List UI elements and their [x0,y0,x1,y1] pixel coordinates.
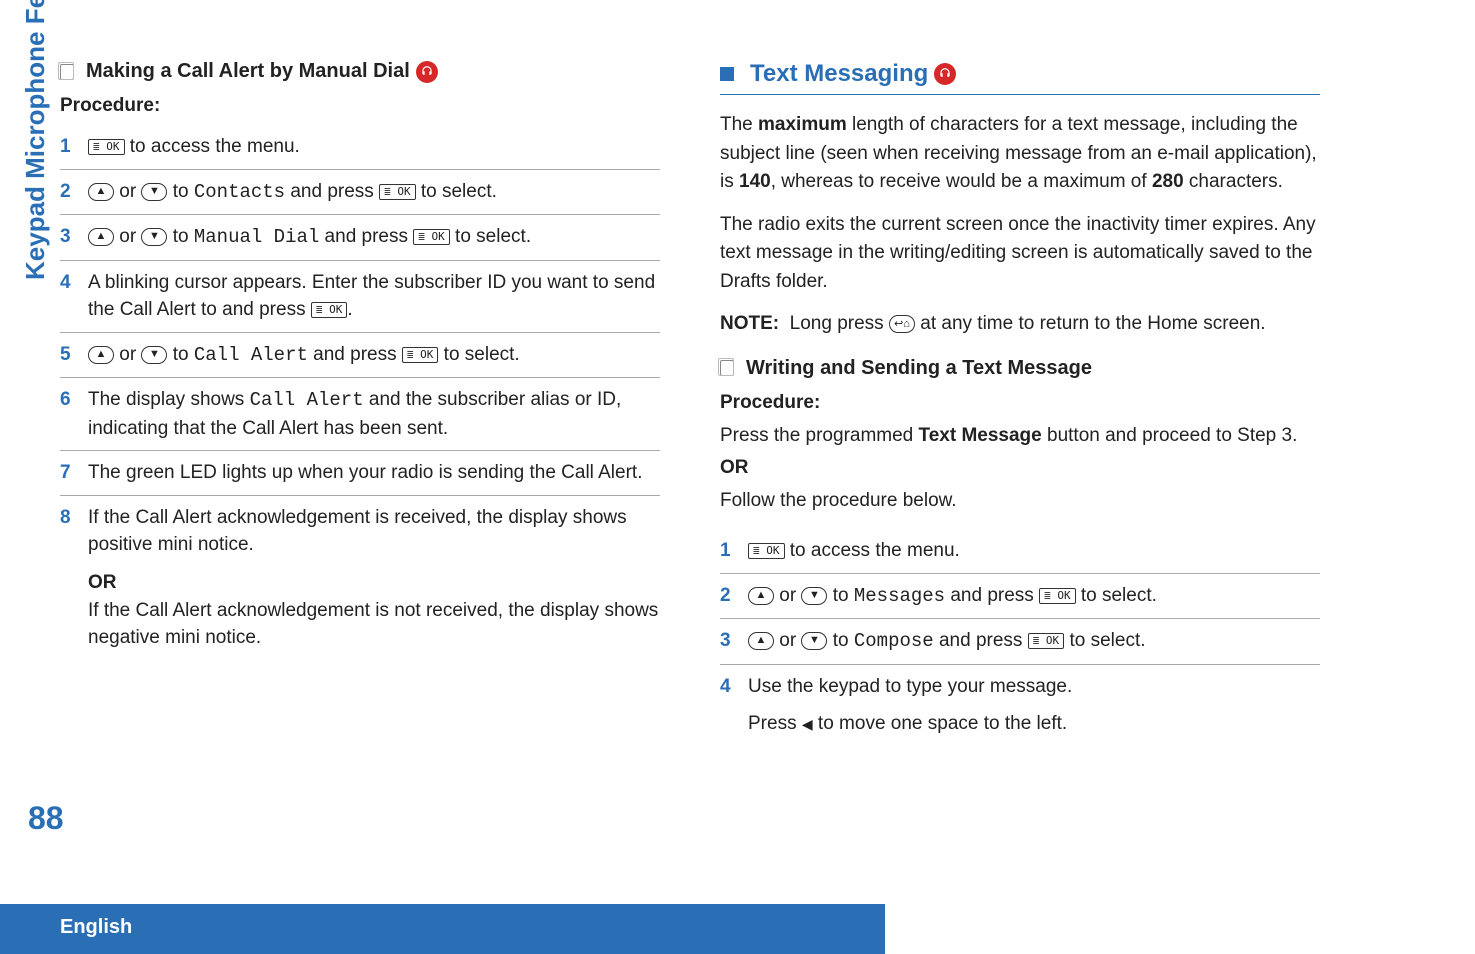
right-subheading-text: Writing and Sending a Text Message [746,357,1092,380]
down-key-icon: ▼ [801,632,827,650]
right-column: Text Messaging The maximum length of cha… [720,60,1320,746]
right-heading-text: Text Messaging [750,60,928,88]
left-heading-text: Making a Call Alert by Manual Dial [86,60,410,83]
left-step-6: The display shows Call Alert and the sub… [60,378,660,451]
ok-key-icon: ≣ OK [413,229,450,245]
up-key-icon: ▲ [748,632,774,650]
up-key-icon: ▲ [88,228,114,246]
left-procedure-label: Procedure: [60,95,660,117]
note-row: NOTE: Long press ↩⌂ at any time to retur… [720,310,1320,339]
down-key-icon: ▼ [141,346,167,364]
right-para-2: The radio exits the current screen once … [720,211,1320,297]
ok-key-icon: ≣ OK [1028,633,1065,649]
left-steps: ≣ OK to access the menu. ▲ or ▼ to Conta… [60,125,660,660]
home-key-icon: ↩⌂ [889,315,915,333]
down-key-icon: ▼ [141,228,167,246]
left-step-7: The green LED lights up when your radio … [60,451,660,496]
square-bullet-icon [720,67,734,81]
left-column: Making a Call Alert by Manual Dial Proce… [60,60,660,746]
right-step-2: ▲ or ▼ to Messages and press ≣ OK to sel… [720,574,1320,620]
doc-icon [720,360,734,376]
headset-icon [934,63,956,85]
side-tab-label: Keypad Microphone Features [20,0,51,280]
left-step-5: ▲ or ▼ to Call Alert and press ≣ OK to s… [60,333,660,379]
right-step-3: ▲ or ▼ to Compose and press ≣ OK to sele… [720,619,1320,665]
ok-key-icon: ≣ OK [311,302,348,318]
left-step-2: ▲ or ▼ to Contacts and press ≣ OK to sel… [60,170,660,216]
heading-rule [720,94,1320,95]
right-subheading: Writing and Sending a Text Message [720,357,1320,380]
up-key-icon: ▲ [88,346,114,364]
right-step-1: ≣ OK to access the menu. [720,529,1320,574]
right-procedure-label: Procedure: [720,392,1320,414]
ok-key-icon: ≣ OK [88,139,125,155]
up-key-icon: ▲ [88,183,114,201]
down-key-icon: ▼ [141,183,167,201]
left-step-8: If the Call Alert acknowledgement is rec… [60,496,660,660]
ok-key-icon: ≣ OK [1039,588,1076,604]
doc-icon [60,64,74,80]
left-step-3: ▲ or ▼ to Manual Dial and press ≣ OK to … [60,215,660,261]
headset-icon [416,61,438,83]
ok-key-icon: ≣ OK [379,184,416,200]
page-number: 88 [28,800,64,837]
left-step-1: ≣ OK to access the menu. [60,125,660,170]
note-label: NOTE: [720,313,779,334]
right-intro-1: Press the programmed Text Message button… [720,422,1320,451]
up-key-icon: ▲ [748,587,774,605]
right-intro-or: OR [720,457,749,478]
right-step-4: Use the keypad to type your message. Pre… [720,665,1320,746]
left-step-4: A blinking cursor appears. Enter the sub… [60,261,660,333]
ok-key-icon: ≣ OK [402,347,439,363]
down-key-icon: ▼ [801,587,827,605]
ok-key-icon: ≣ OK [748,543,785,559]
left-arrow-icon: ◀ [802,714,813,734]
footer-language-bar: English [0,904,885,954]
left-heading: Making a Call Alert by Manual Dial [60,60,660,83]
right-intro-2: Follow the procedure below. [720,487,1320,516]
right-para-1: The maximum length of characters for a t… [720,111,1320,197]
right-steps: ≣ OK to access the menu. ▲ or ▼ to Messa… [720,529,1320,746]
right-heading: Text Messaging [720,60,1320,88]
